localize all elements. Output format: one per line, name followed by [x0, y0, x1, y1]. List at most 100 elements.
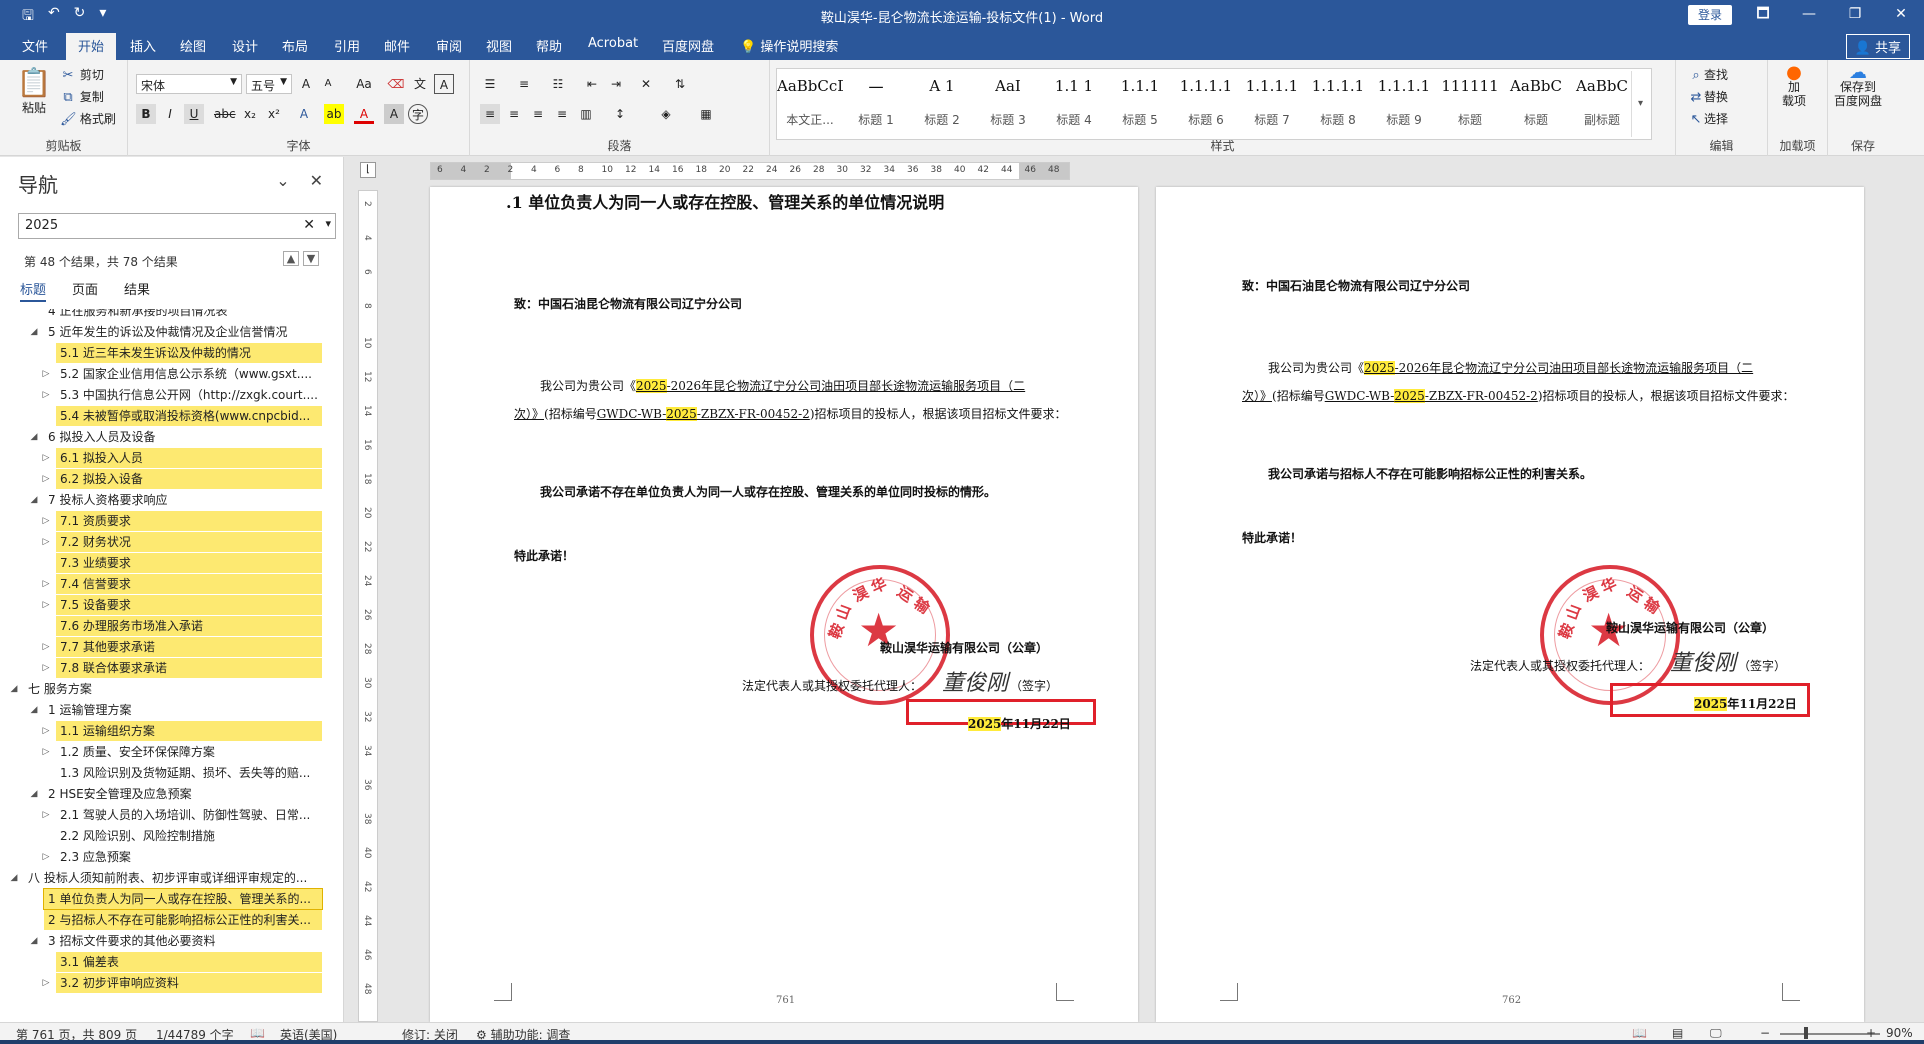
horizontal-ruler[interactable]: 6 4 2 2 4 6 8 10 12 14 16 18 20 22 24 26 28 30 32 34 36 38 40 4…	[430, 162, 1070, 180]
nav-heading-item[interactable]: 3.2 初步评审响应资料	[56, 973, 322, 993]
collapse-icon[interactable]: ◢	[28, 931, 40, 951]
font-size-select[interactable]: 五号 ▼	[246, 74, 292, 94]
tab-references[interactable]: 引用	[334, 36, 360, 55]
collapse-icon[interactable]: ◢	[28, 490, 40, 510]
numbering-icon[interactable]: ≡	[514, 74, 534, 94]
style-item[interactable]: 一标题 1	[843, 69, 909, 139]
nav-heading-item[interactable]: 1.2 质量、安全环保保障方案	[56, 742, 322, 762]
nav-heading-item[interactable]: 1 单位负责人为同一人或存在控股、管理关系的...	[43, 888, 323, 910]
collapse-icon[interactable]: ◢	[28, 700, 40, 720]
web-layout-icon[interactable]: 🖵	[1710, 1026, 1722, 1041]
char-border-icon[interactable]: A	[434, 74, 454, 94]
align-right-icon[interactable]: ≡	[528, 104, 548, 124]
expand-icon[interactable]: ▷	[40, 973, 52, 993]
tab-baidu-netdisk[interactable]: 百度网盘	[662, 36, 714, 55]
highlight-icon[interactable]: ab	[324, 104, 344, 124]
zoom-slider-thumb[interactable]	[1804, 1027, 1808, 1039]
distributed-icon[interactable]: ▥	[576, 104, 596, 124]
char-shading-icon[interactable]: A	[384, 104, 404, 124]
nav-heading-item[interactable]: 2 HSE安全管理及应急预案	[44, 784, 322, 804]
nav-heading-item[interactable]: 1 运输管理方案	[44, 700, 322, 720]
styles-more-icon[interactable]: ▾	[1631, 71, 1649, 137]
collapse-icon[interactable]: ◢	[28, 784, 40, 804]
expand-icon[interactable]: ▷	[40, 532, 52, 552]
chevron-down-icon[interactable]: ⌄	[276, 171, 289, 190]
underline-icon[interactable]: U	[184, 104, 204, 124]
style-item[interactable]: 1.1.1.1 标题 9	[1371, 69, 1437, 139]
save-to-baidu-button[interactable]: ☁ 保存到 百度网盘	[1834, 64, 1882, 109]
expand-icon[interactable]: ▷	[40, 742, 52, 762]
vertical-ruler[interactable]: 2 4 6 8 10 12 14 16 18 20 22 24 26 28 30 32 34 36 38 40 42 44…	[358, 190, 378, 1022]
zoom-in-icon[interactable]: +	[1866, 1026, 1876, 1040]
chevron-down-icon[interactable]: ▾	[325, 217, 331, 230]
style-item[interactable]: AaBbCcDdI 本文正...	[777, 69, 843, 139]
font-color-icon[interactable]: A	[354, 104, 374, 124]
tab-insert[interactable]: 插入	[130, 36, 156, 55]
nav-heading-item[interactable]: 7 投标人资格要求响应	[44, 490, 322, 510]
expand-icon[interactable]: ▷	[40, 448, 52, 468]
line-spacing-icon[interactable]: ↕	[610, 104, 630, 124]
expand-icon[interactable]: ▷	[40, 805, 52, 825]
justify-icon[interactable]: ≡	[552, 104, 572, 124]
style-item[interactable]: AaI 标题 3	[975, 69, 1041, 139]
nav-heading-item[interactable]: 1.1 运输组织方案	[56, 721, 322, 741]
replace-button[interactable]: ⇄ 替换	[1688, 88, 1728, 106]
cut-button[interactable]: ✂ 剪切	[60, 66, 104, 84]
nav-heading-item[interactable]: 7.7 其他要求承诺	[56, 637, 322, 657]
style-item[interactable]: AaBbC 标题	[1503, 69, 1569, 139]
clear-search-icon[interactable]: ✕	[303, 217, 315, 233]
nav-heading-item[interactable]: 八 投标人须知前附表、初步评审或详细评审规定的...	[24, 868, 322, 888]
subscript-icon[interactable]: x₂	[240, 104, 260, 124]
tab-acrobat[interactable]: Acrobat	[588, 36, 638, 51]
find-button[interactable]: ⌕ 查找	[1688, 66, 1728, 84]
tab-draw[interactable]: 绘图	[180, 36, 206, 55]
style-item[interactable]: 1.1.1.1 标题 8	[1305, 69, 1371, 139]
zoom-out-icon[interactable]: −	[1760, 1026, 1770, 1040]
close-icon[interactable]: ✕	[310, 171, 323, 190]
paste-button[interactable]: 📋 粘贴	[14, 66, 54, 116]
format-painter-button[interactable]: 🖌 格式刷	[60, 110, 116, 128]
nav-heading-item[interactable]: 2 与招标人不存在可能影响招标公正性的利害关...	[44, 910, 322, 930]
align-center-icon[interactable]: ≡	[504, 104, 524, 124]
nav-heading-item[interactable]: 7.6 办理服务市场准入承诺	[56, 616, 322, 636]
page-762[interactable]: 致：中国石油昆仑物流有限公司辽宁分公司 我公司为贵公司《2025-2026年昆仑…	[1156, 187, 1864, 1022]
nav-heading-item[interactable]: 2.3 应急预案	[56, 847, 322, 867]
nav-heading-item[interactable]: 7.3 业绩要求	[56, 553, 322, 573]
strikethrough-icon[interactable]: abc	[214, 104, 236, 124]
nav-heading-item[interactable]: 7.5 设备要求	[56, 595, 322, 615]
tab-review[interactable]: 审阅	[436, 36, 462, 55]
borders-icon[interactable]: ▦	[696, 104, 716, 124]
shrink-font-icon[interactable]: A	[318, 74, 338, 94]
nav-heading-item[interactable]: 5.1 近三年未发生诉讼及仲裁的情况	[56, 343, 322, 363]
tab-layout[interactable]: 布局	[282, 36, 308, 55]
expand-icon[interactable]: ▷	[40, 721, 52, 741]
nav-heading-item[interactable]: 5.2 国家企业信用信息公示系统（www.gsxt....	[56, 364, 322, 384]
font-name-select[interactable]: 宋体 ▼	[136, 74, 242, 94]
nav-heading-item[interactable]: 5.4 未被暂停或取消投标资格(www.cnpcbid...	[56, 406, 322, 426]
collapse-icon[interactable]: ◢	[8, 868, 20, 888]
select-button[interactable]: ↖ 选择	[1688, 110, 1728, 128]
change-case-icon[interactable]: Aa	[350, 74, 378, 94]
style-item[interactable]: 1.1 1 标题 4	[1041, 69, 1107, 139]
expand-icon[interactable]: ▷	[40, 658, 52, 678]
nav-tab-headings[interactable]: 标题	[20, 279, 47, 302]
bullets-icon[interactable]: ☰	[480, 74, 500, 94]
enclose-char-icon[interactable]: 字	[408, 104, 428, 124]
share-button[interactable]: 👤 共享	[1845, 34, 1910, 59]
sort-icon[interactable]: ⇅	[670, 74, 690, 94]
tab-view[interactable]: 视图	[486, 36, 512, 55]
nav-heading-item[interactable]: 5 近年发生的诉讼及仲裁情况及企业信誉情况	[44, 322, 322, 342]
print-layout-icon[interactable]: ▤	[1672, 1026, 1683, 1040]
increase-indent-icon[interactable]: ⇥	[606, 74, 626, 94]
collapse-icon[interactable]: ◢	[28, 322, 40, 342]
style-item[interactable]: AaBbC 副标题	[1569, 69, 1635, 139]
text-effects-icon[interactable]: A	[294, 104, 314, 124]
bold-icon[interactable]: B	[136, 104, 156, 124]
chinese-layout-icon[interactable]: ✕	[636, 74, 656, 94]
nav-heading-item[interactable]: 6.2 拟投入设备	[56, 469, 322, 489]
ribbon-display-icon[interactable]: 🗖	[1740, 0, 1786, 30]
shading-icon[interactable]: ◈	[656, 104, 676, 124]
nav-tab-pages[interactable]: 页面	[72, 279, 98, 302]
nav-heading-item[interactable]: 7.4 信誉要求	[56, 574, 322, 594]
expand-icon[interactable]: ▷	[40, 847, 52, 867]
